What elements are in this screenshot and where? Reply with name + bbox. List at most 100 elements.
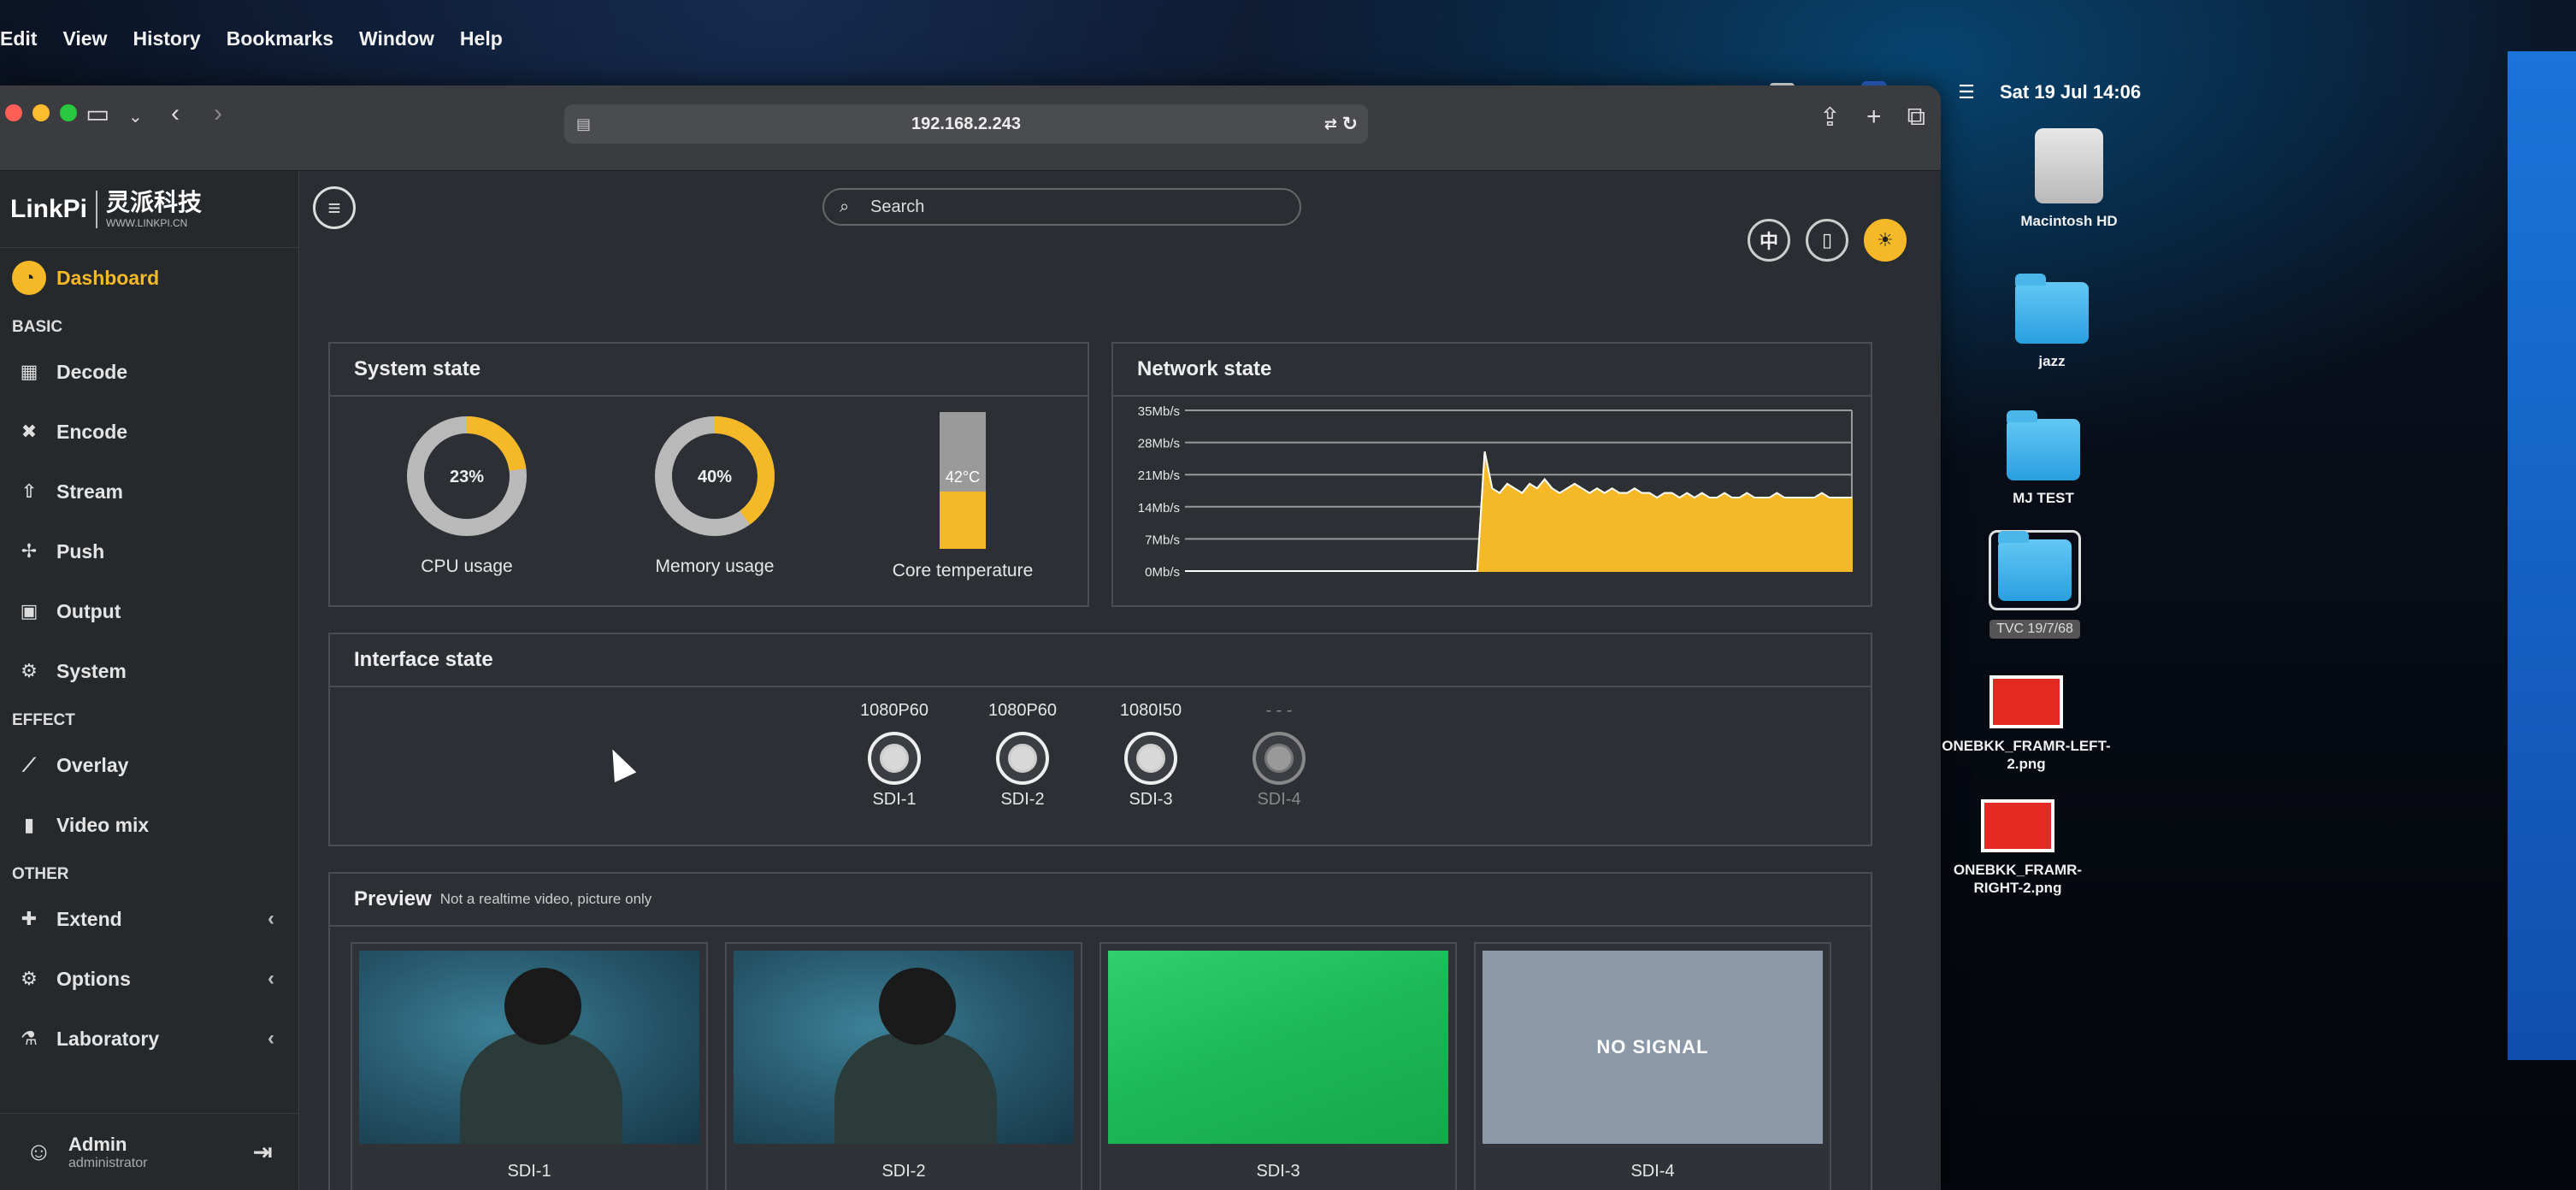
new-tab-icon[interactable]: +	[1866, 103, 1882, 133]
forward-button[interactable]: ›	[214, 99, 222, 128]
preview-tile-sdi-2[interactable]: SDI-2	[725, 942, 1082, 1190]
sidebar-item-stream[interactable]: ⇧ Stream	[0, 462, 298, 521]
sidebar-item-videomix[interactable]: ▮ Video mix	[0, 795, 298, 855]
cpu-donut: 23%	[407, 416, 527, 536]
chart-ytick-label: 14Mb/s	[1138, 501, 1180, 515]
desktop-icon-mj-test[interactable]: MJ TEST	[1958, 410, 2129, 507]
port-sdi-3[interactable]: 1080I50 SDI-3	[1091, 701, 1211, 810]
desktop-icon-tvc[interactable]: TVC 19/7/68	[1949, 530, 2120, 639]
sidebar-item-options[interactable]: ⚙ Options ‹	[0, 949, 298, 1009]
minimize-window-button[interactable]	[32, 104, 50, 121]
tab-overview-icon[interactable]: ⧉	[1907, 103, 1925, 133]
panel-title: Preview Not a realtime video, picture on…	[330, 874, 1871, 927]
sidebar-item-label: Options	[56, 967, 131, 990]
desktop-icon-framr-right[interactable]: ONEBKK_FRAMR-RIGHT-2.png	[1932, 799, 2103, 898]
flask-icon: ⚗	[21, 1028, 38, 1049]
control-center-icon[interactable]: ☰	[1954, 81, 1979, 103]
port-name: SDI-2	[1000, 790, 1045, 809]
sidebar-item-decode[interactable]: ▦ Decode	[0, 342, 298, 402]
bnc-connector-icon	[1253, 732, 1306, 785]
preview-caption: SDI-4	[1630, 1162, 1675, 1181]
sidebar-item-label: Encode	[56, 420, 128, 443]
options-icon: ⚙	[21, 968, 38, 989]
back-button[interactable]: ‹	[171, 99, 180, 128]
port-sdi-4[interactable]: - - - SDI-4	[1219, 701, 1339, 810]
panel-title: System state	[330, 344, 1088, 397]
menu-history[interactable]: History	[133, 27, 200, 50]
chart-ytick-label: 7Mb/s	[1145, 533, 1180, 547]
sidebar-item-system[interactable]: ⚙ System	[0, 641, 298, 701]
folder-icon	[2015, 274, 2089, 344]
clock[interactable]: Sat 19 Jul 14:06	[2000, 81, 2141, 103]
image-file-icon	[1981, 799, 2054, 852]
port-sdi-1[interactable]: 1080P60 SDI-1	[834, 701, 954, 810]
hard-drive-icon	[2035, 128, 2103, 203]
menu-bar: Edit View History Bookmarks Window Help	[0, 0, 2180, 85]
upload-icon: ⇧	[21, 480, 38, 502]
desktop-icon-framr-left[interactable]: ONEBKK_FRAMR-LEFT-2.png	[1941, 675, 2112, 774]
port-format: - - -	[1265, 701, 1293, 720]
close-window-button[interactable]	[5, 104, 22, 121]
browser-toolbar: ▭ ⌄ ‹ › ▤ 192.168.2.243 ⇄ ↻ ⇪ + ⧉	[0, 85, 1941, 171]
search-input[interactable]: ⌕ Search	[822, 188, 1301, 226]
desktop-icon-jazz[interactable]: jazz	[1966, 274, 2137, 370]
sidebar-item-push[interactable]: ✢ Push	[0, 521, 298, 581]
preview-tile-sdi-1[interactable]: SDI-1	[351, 942, 708, 1190]
bar-chart-icon: ▮	[23, 814, 35, 835]
menu-window[interactable]: Window	[359, 27, 434, 50]
desktop-icon-label: jazz	[2038, 353, 2066, 369]
memory-gauge: 40% Memory usage	[629, 412, 800, 577]
user-name: Admin	[68, 1133, 127, 1155]
sidebar-item-laboratory[interactable]: ⚗ Laboratory ‹	[0, 1009, 298, 1069]
logo[interactable]: LinkPi 灵派科技 WWW.LINKPI.CN	[0, 171, 298, 248]
menu-view[interactable]: View	[62, 27, 107, 50]
translate-icon[interactable]: ⇄	[1324, 115, 1337, 133]
address-bar[interactable]: ▤ 192.168.2.243 ⇄ ↻	[564, 104, 1368, 144]
panel-title: Interface state	[330, 634, 1871, 687]
menu-edit[interactable]: Edit	[0, 27, 37, 50]
preview-tile-sdi-4[interactable]: NO SIGNAL SDI-4	[1474, 942, 1831, 1190]
temperature-bar: 42°C	[940, 412, 986, 549]
desktop-window-edge	[2508, 51, 2576, 1060]
nav-group-other: OTHER	[12, 865, 69, 883]
menu-bookmarks[interactable]: Bookmarks	[227, 27, 333, 50]
menu-help[interactable]: Help	[460, 27, 503, 50]
browser-actions: ⇪ + ⧉	[1819, 103, 1925, 133]
sidebar-item-extend[interactable]: ✚ Extend ‹	[0, 889, 298, 949]
chevron-left-icon: ‹	[268, 967, 274, 990]
port-format: 1080P60	[987, 701, 1058, 720]
sidebar-item-dashboard[interactable]: ◔ Dashboard	[0, 248, 298, 308]
chevron-down-icon[interactable]: ⌄	[128, 106, 143, 127]
sidebar-item-overlay[interactable]: ⟋ Overlay	[0, 735, 298, 795]
temperature-label: Core temperature	[892, 561, 1034, 580]
user-role: administrator	[68, 1155, 148, 1170]
page-settings-icon[interactable]: ▤	[576, 115, 591, 133]
push-icon: ✢	[21, 540, 38, 562]
reload-icon[interactable]: ↻	[1342, 113, 1358, 135]
image-icon: ▦	[20, 361, 38, 382]
chip-icon: ▣	[20, 600, 38, 622]
nav-group-effect: EFFECT	[12, 711, 75, 729]
share-icon[interactable]: ⇪	[1819, 103, 1841, 133]
sidebar-item-output[interactable]: ▣ Output	[0, 581, 298, 641]
main-content: ≡ ⌕ Search 中 ▯ ☀ System state 23% CPU us…	[299, 171, 1941, 1190]
dashboard-icon: ◔	[12, 261, 46, 295]
logout-icon[interactable]: ⇥	[253, 1138, 273, 1166]
preview-panel: Preview Not a realtime video, picture on…	[328, 872, 1872, 1190]
system-state-panel: System state 23% CPU usage 40% Memory us…	[328, 342, 1089, 607]
sidebar-toggle-icon[interactable]: ▭	[85, 99, 109, 129]
menu-toggle-button[interactable]: ≡	[313, 186, 356, 229]
chevron-left-icon: ‹	[268, 1027, 274, 1050]
network-chart: 35Mb/s 28Mb/s 21Mb/s 14Mb/s 7Mb/s 0Mb/s	[1138, 404, 1853, 580]
desktop-icon-macintosh-hd[interactable]: Macintosh HD	[1984, 128, 2155, 230]
theme-icon[interactable]: ☀	[1864, 219, 1907, 262]
zoom-window-button[interactable]	[60, 104, 77, 121]
sidebar-item-encode[interactable]: ✖ Encode	[0, 402, 298, 462]
language-button[interactable]: 中	[1748, 219, 1790, 262]
port-sdi-2[interactable]: 1080P60 SDI-2	[963, 701, 1082, 810]
browser-window: ▭ ⌄ ‹ › ▤ 192.168.2.243 ⇄ ↻ ⇪ + ⧉ LinkPi…	[0, 85, 1941, 1190]
user-profile[interactable]: ☺ Admin administrator ⇥	[0, 1113, 298, 1190]
preview-caption: SDI-2	[881, 1162, 926, 1181]
fullscreen-icon[interactable]: ▯	[1806, 219, 1848, 262]
preview-tile-sdi-3[interactable]: SDI-3	[1099, 942, 1457, 1190]
